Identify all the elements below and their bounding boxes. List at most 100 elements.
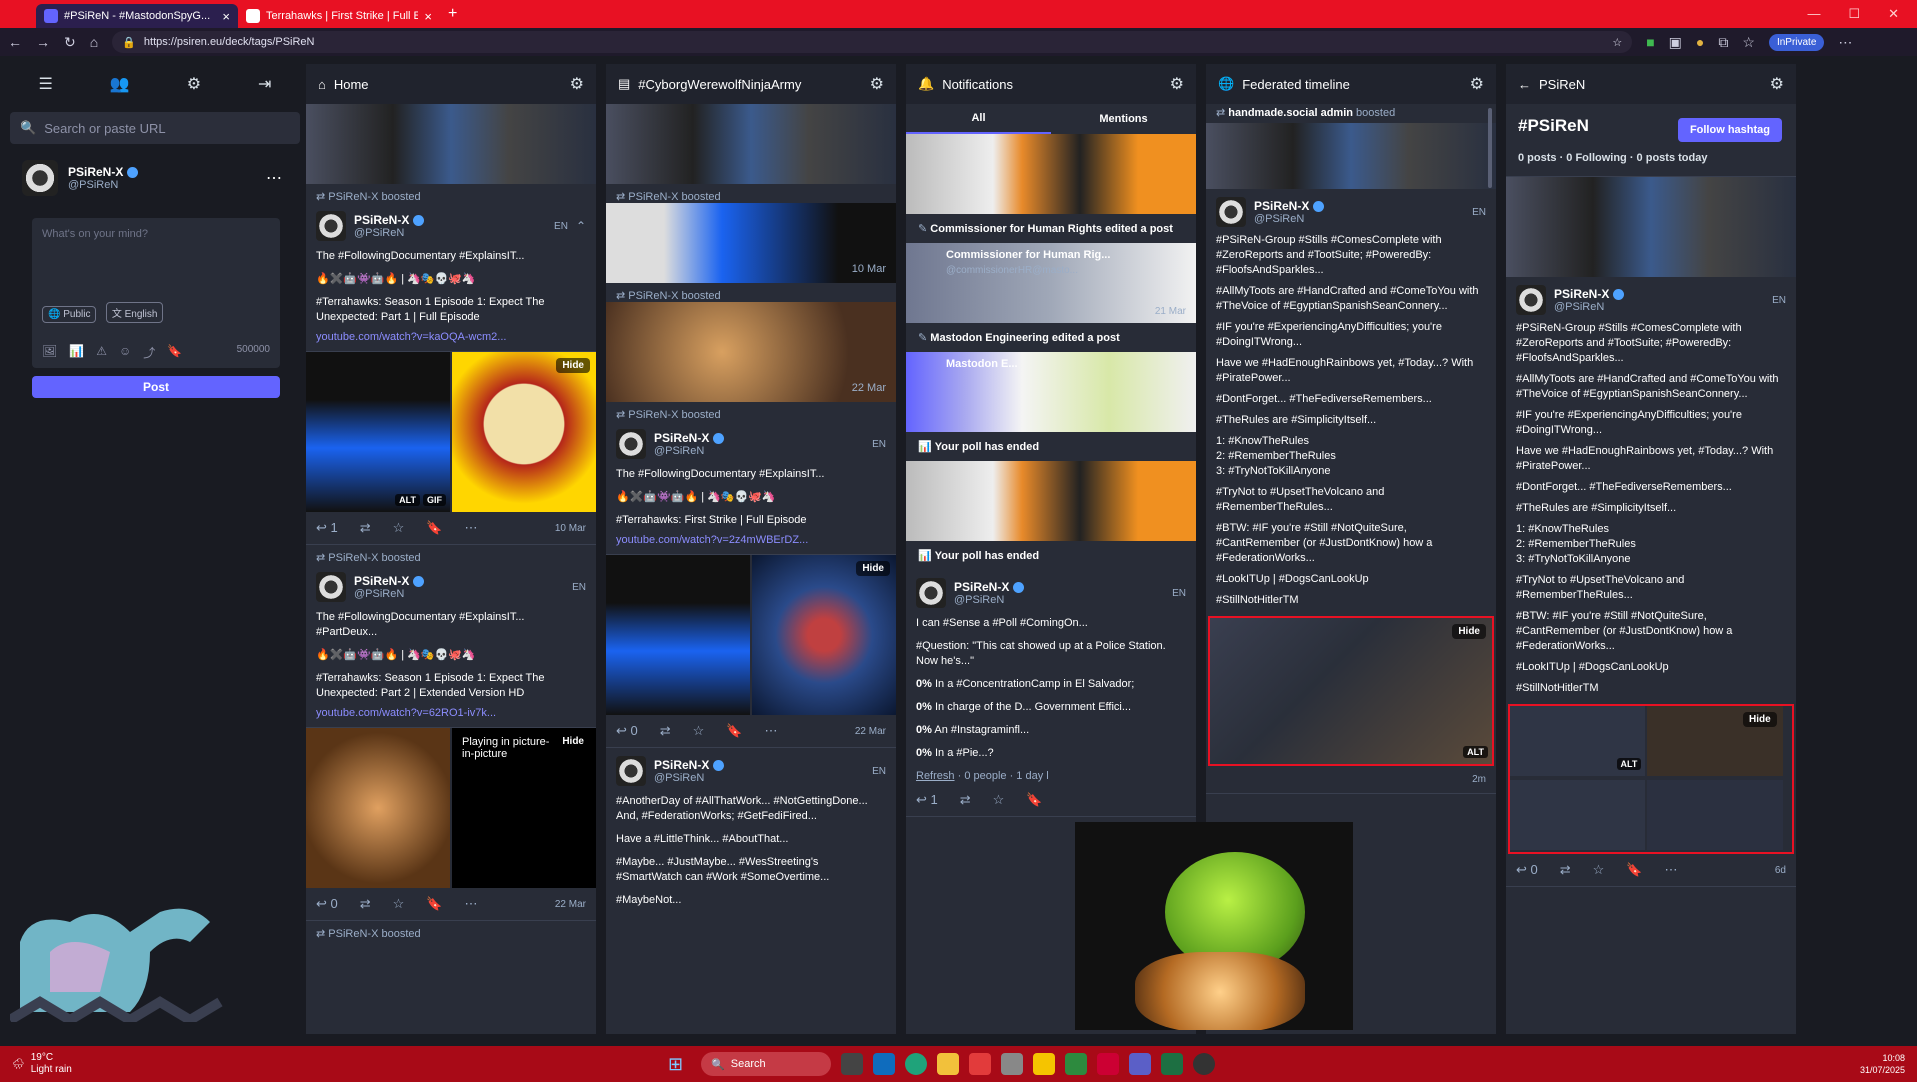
reply-icon[interactable]: ↩ 1 (916, 792, 938, 808)
share-icon[interactable]: ⤴ (143, 344, 155, 361)
notification-post-preview[interactable]: Commissioner for Human Rig... @commissio… (906, 243, 1196, 323)
avatar[interactable] (616, 756, 646, 786)
app-icon[interactable] (1129, 1053, 1152, 1075)
poll-refresh-link[interactable]: Refresh (916, 770, 955, 782)
extension-icon[interactable]: ▣ (1669, 34, 1682, 51)
compose-box[interactable]: What's on your mind? 🌐 Public 文 English … (32, 218, 280, 368)
start-icon[interactable]: ⊞ (668, 1054, 683, 1075)
status-post[interactable]: PSiReN-X @PSiReN EN #AnotherDay of #AllTh… (606, 748, 896, 916)
favourite-icon[interactable]: ☆ (393, 896, 405, 912)
favourite-icon[interactable]: ☆ (993, 792, 1005, 808)
favourite-icon[interactable]: ☆ (393, 520, 405, 536)
bookmark-icon[interactable]: 🔖 (726, 723, 742, 739)
clock[interactable]: 10:08 31/07/2025 (1860, 1052, 1905, 1076)
bookmark-icon[interactable]: 🔖 (167, 344, 182, 361)
avatar[interactable] (22, 160, 58, 196)
media-thumbnail[interactable]: ALT GIF (306, 352, 450, 512)
close-window-icon[interactable]: ✕ (1888, 6, 1899, 22)
follow-hashtag-button[interactable]: Follow hashtag (1677, 118, 1782, 142)
avatar[interactable] (1216, 197, 1246, 227)
favourite-icon[interactable]: ☆ (693, 723, 705, 739)
back-icon[interactable]: ← (8, 34, 22, 50)
taskbar-search[interactable]: 🔍 Search (701, 1052, 832, 1076)
poll-icon[interactable]: 📊 (69, 344, 84, 361)
collapsed-post-preview[interactable] (1206, 123, 1496, 189)
forward-icon[interactable]: → (36, 34, 50, 50)
post-time[interactable]: 6d (1775, 865, 1786, 876)
app-icon[interactable] (1065, 1053, 1088, 1075)
post-time[interactable]: 22 Mar (555, 899, 586, 910)
reply-icon[interactable]: ↩ 0 (1516, 862, 1538, 878)
language-button[interactable]: 文 English (105, 302, 164, 323)
favourite-icon[interactable]: ☆ (1593, 862, 1605, 878)
media-thumbnail[interactable]: ALT (1510, 706, 1646, 777)
account-card[interactable]: PSiReN-X @PSiReN ⋯ (10, 160, 300, 196)
avatar[interactable] (916, 578, 946, 608)
new-tab-icon[interactable]: + (448, 5, 457, 23)
hide-media-button[interactable]: Hide (856, 561, 890, 576)
post-button[interactable]: Post (32, 376, 280, 398)
collapsed-post-preview[interactable] (906, 134, 1196, 214)
collapsed-post-preview[interactable]: 22 Mar (606, 302, 896, 402)
avatar[interactable] (316, 572, 346, 602)
column-header[interactable]: ⌂ Home ⚙ (306, 64, 596, 104)
app-icon[interactable] (1097, 1053, 1120, 1075)
column-header[interactable]: 🔔 Notifications ⚙ (906, 64, 1196, 104)
status-post[interactable]: PSiReN-X @PSiReN EN The #FollowingDocumen… (306, 564, 596, 728)
menu-icon[interactable]: ☰ (38, 74, 52, 94)
gear-icon[interactable]: ⚙ (1170, 74, 1184, 94)
close-tab-icon[interactable]: × (424, 9, 432, 24)
collapsed-post-preview[interactable] (606, 104, 896, 184)
tab-all[interactable]: All (906, 104, 1051, 134)
column-scrollbar[interactable] (1488, 108, 1492, 188)
bookmark-icon[interactable]: 🔖 (1026, 792, 1042, 808)
weather-icon[interactable]: 🌧 (12, 1059, 25, 1070)
more-icon[interactable]: ⋯ (465, 896, 478, 912)
collapsed-post-preview[interactable] (1506, 177, 1796, 277)
settings-sliders-icon[interactable]: ⚙ (187, 74, 201, 94)
notification-edit[interactable]: ✎ Commissioner for Human Rights edited a… (906, 214, 1196, 243)
media-thumbnail[interactable] (1647, 780, 1783, 851)
people-icon[interactable]: 👥 (110, 74, 130, 94)
avatar[interactable] (616, 429, 646, 459)
post-time[interactable]: 10 Mar (555, 523, 586, 534)
browser-tab-active[interactable]: #PSiReN - #MastodonSpyG... × (36, 4, 238, 28)
media-thumbnail[interactable] (606, 555, 750, 715)
media-gallery[interactable]: ALT Hide (1508, 704, 1794, 854)
status-post[interactable]: PSiReN-X @PSiReN EN #PSiReN-Group #Stills… (1506, 277, 1796, 704)
bookmark-icon[interactable]: 🔖 (426, 520, 442, 536)
notification-poll-ended[interactable]: 📊 Your poll has ended (906, 541, 1196, 570)
more-icon[interactable]: ⋯ (765, 723, 778, 739)
media-thumbnail[interactable]: Hide (752, 555, 896, 715)
edge-icon[interactable] (905, 1053, 928, 1075)
extension-icon[interactable]: ● (1696, 34, 1704, 50)
norton-icon[interactable] (1033, 1053, 1056, 1075)
gear-icon[interactable]: ⚙ (870, 74, 884, 94)
visibility-button[interactable]: 🌐 Public (42, 306, 97, 323)
home-icon[interactable]: ⌂ (90, 34, 98, 50)
emoji-icon[interactable]: ☺ (119, 344, 131, 361)
boost-icon[interactable]: ⇄ (1560, 862, 1571, 878)
avatar[interactable] (1516, 285, 1546, 315)
boost-icon[interactable]: ⇄ (960, 792, 971, 808)
extension-icon[interactable]: ■ (1646, 34, 1654, 50)
collapse-icon[interactable]: ⌃ (576, 219, 586, 233)
bookmark-icon[interactable]: 🔖 (426, 896, 442, 912)
boost-icon[interactable]: ⇄ (360, 896, 371, 912)
post-link[interactable]: youtube.com/watch?v=62RO1-iv7k... (316, 707, 586, 719)
favorites-icon[interactable]: ☆ (1742, 34, 1755, 51)
column-header[interactable]: ← PSiReN ⚙ (1506, 64, 1796, 104)
logout-icon[interactable]: ⇥ (258, 74, 271, 94)
back-arrow-icon[interactable]: ← (1518, 77, 1531, 92)
reply-icon[interactable]: ↩ 1 (316, 520, 338, 536)
column-header[interactable]: 🌐 Federated timeline ⚙ (1206, 64, 1496, 104)
media-thumbnail[interactable]: Hide (452, 352, 596, 512)
post-time[interactable]: 22 Mar (855, 726, 886, 737)
media-thumbnail[interactable]: Hide ALT (1210, 618, 1492, 764)
poll-post[interactable]: PSiReN-X @PSiReN EN I can #Sense a #Poll … (906, 570, 1196, 817)
post-link[interactable]: youtube.com/watch?v=kaOQA-wcm2... (316, 331, 586, 343)
collapsed-post-preview[interactable] (306, 104, 596, 184)
search-input[interactable]: 🔍 Search or paste URL (10, 112, 300, 144)
url-field[interactable]: 🔒 https://psiren.eu/deck/tags/PSiReN ☆ (112, 31, 1633, 53)
media-player-icon[interactable] (1193, 1053, 1216, 1075)
